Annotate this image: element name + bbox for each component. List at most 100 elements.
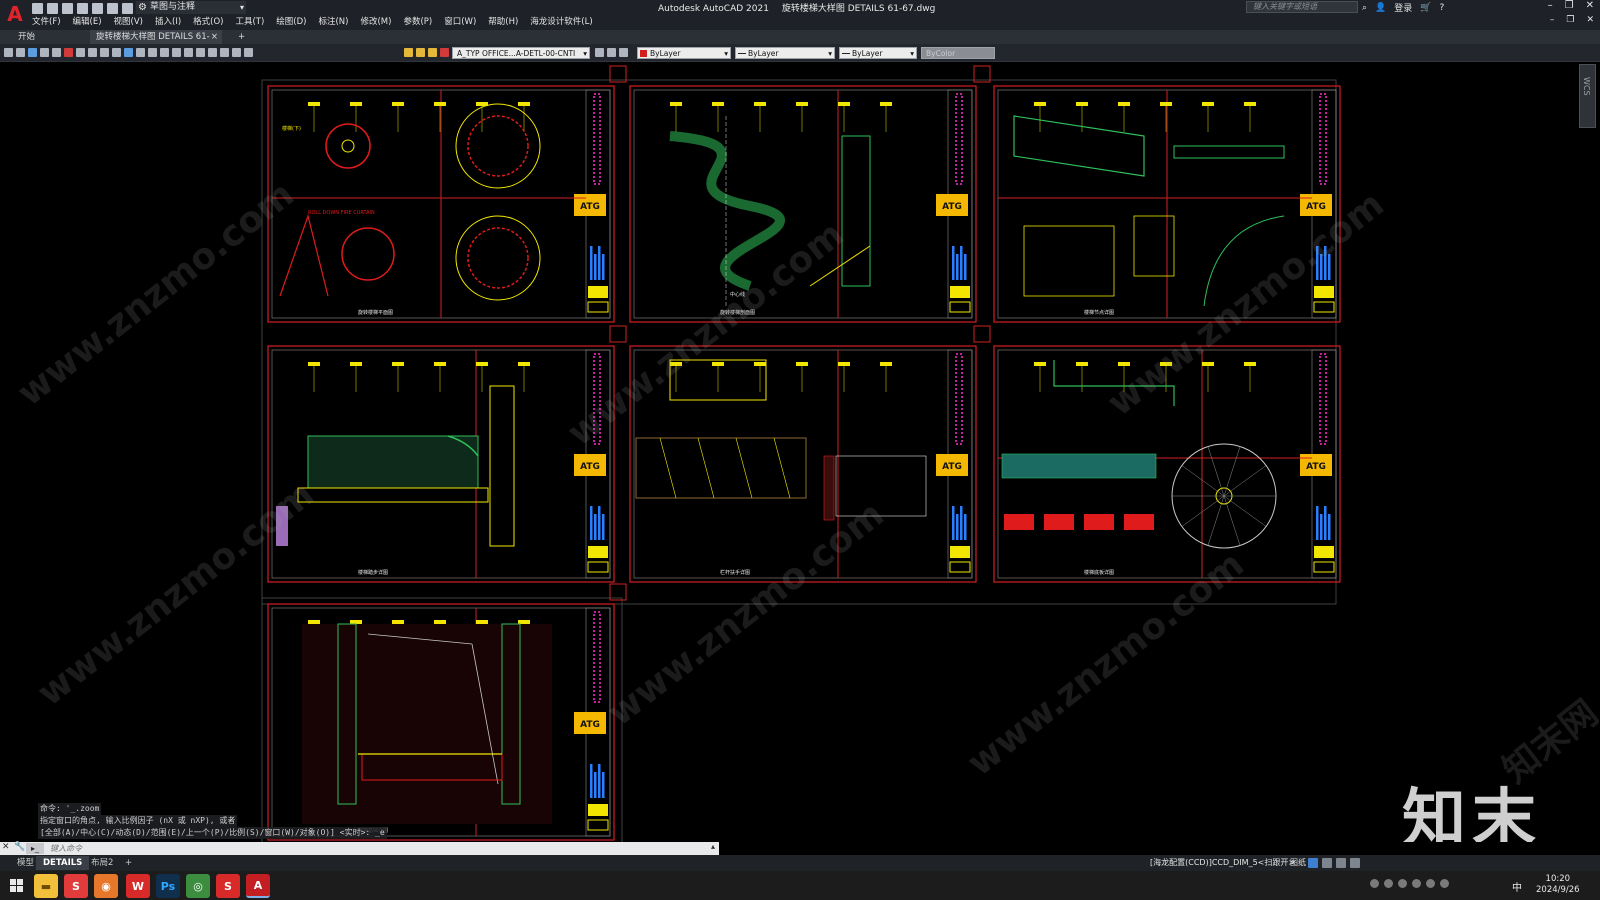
volume-icon[interactable]	[1440, 879, 1449, 888]
tool-palettes-icon[interactable]	[232, 48, 241, 57]
lineweight-dropdown[interactable]: ByLayer ▾	[839, 47, 917, 59]
clock[interactable]: 10:20 2024/9/26	[1536, 874, 1580, 896]
match-properties-icon[interactable]	[112, 48, 121, 57]
wps-office-icon[interactable]: S	[64, 874, 88, 898]
windows-start-icon[interactable]	[10, 879, 24, 893]
menu-window[interactable]: 窗口(W)	[444, 15, 476, 29]
snap-icon[interactable]	[1322, 858, 1332, 868]
photoshop-icon[interactable]: Ps	[156, 874, 180, 898]
zoom-window-icon[interactable]	[184, 48, 193, 57]
design-center-icon[interactable]	[220, 48, 229, 57]
file-explorer-icon[interactable]: ▬	[34, 874, 58, 898]
command-prompt-button[interactable]: ▸_	[26, 843, 44, 854]
chrome-icon[interactable]: ◎	[186, 874, 210, 898]
menu-view[interactable]: 视图(V)	[114, 15, 143, 29]
open-icon[interactable]	[16, 48, 25, 57]
doc-restore-icon[interactable]: ❐	[1566, 15, 1574, 25]
tab-start[interactable]: 开始	[12, 30, 41, 44]
grid-icon[interactable]	[1308, 858, 1318, 868]
wps-pdf-icon[interactable]: S	[216, 874, 240, 898]
close-icon[interactable]: ✕	[2, 842, 10, 852]
autocad-logo-icon[interactable]: A	[4, 3, 26, 25]
workspace-selector[interactable]: ⚙ 草图与注释 ▾	[136, 1, 246, 14]
cart-icon[interactable]: 🛒	[1420, 3, 1431, 13]
redo-icon[interactable]	[122, 2, 133, 14]
autocad-taskbar-icon[interactable]: A	[246, 874, 270, 898]
make-current-icon[interactable]	[595, 48, 604, 57]
menu-parametric[interactable]: 参数(P)	[403, 15, 432, 29]
save-icon[interactable]	[28, 48, 37, 57]
tray-icon[interactable]	[1370, 879, 1379, 888]
undo-icon[interactable]	[107, 2, 118, 14]
print-icon[interactable]	[40, 48, 49, 57]
network-icon[interactable]	[1426, 879, 1435, 888]
layer-freeze-icon[interactable]	[416, 48, 425, 57]
minimize-icon[interactable]: –	[1548, 0, 1553, 11]
viewcube[interactable]: WCS	[1579, 64, 1596, 128]
close-icon[interactable]: ×	[211, 30, 218, 44]
new-file-icon[interactable]	[32, 2, 43, 14]
search-input[interactable]: 键入关键字或短语	[1246, 1, 1358, 13]
dimension-style-status[interactable]: [海龙配置(CCD)]CCD_DIM_5<扫跟开>	[1150, 857, 1295, 868]
close-icon[interactable]: ✕	[1586, 0, 1594, 11]
menu-insert[interactable]: 插入(I)	[155, 15, 181, 29]
command-input[interactable]	[50, 842, 690, 855]
save-icon[interactable]	[62, 2, 73, 14]
tab-document[interactable]: 旋转楼梯大样图 DETAILS 61-67* ×	[90, 30, 222, 56]
paste-icon[interactable]	[100, 48, 109, 57]
tray-icon[interactable]	[1398, 879, 1407, 888]
menu-file[interactable]: 文件(F)	[32, 15, 61, 29]
layer-on-icon[interactable]	[404, 48, 413, 57]
menu-format[interactable]: 格式(O)	[193, 15, 223, 29]
user-icon[interactable]: 👤	[1375, 3, 1386, 13]
wps-writer-icon[interactable]: W	[126, 874, 150, 898]
menu-hailong[interactable]: 海龙设计软件(L)	[530, 15, 592, 29]
block-editor-icon[interactable]	[124, 48, 133, 57]
layer-properties-icon[interactable]	[244, 48, 253, 57]
layer-lock-icon[interactable]	[428, 48, 437, 57]
layer-color-icon[interactable]	[440, 48, 449, 57]
copy-icon[interactable]	[88, 48, 97, 57]
menu-help[interactable]: 帮助(H)	[488, 15, 518, 29]
doc-minimize-icon[interactable]: –	[1550, 15, 1555, 25]
add-layout-button[interactable]: +	[118, 856, 139, 870]
drawing-canvas[interactable]: ATG 旋转楼梯平面图 楼梯(下) ROLL DOWN FIRE CURTAIN ATG…	[0, 62, 1600, 842]
save-as-icon[interactable]	[77, 2, 88, 14]
input-method-indicator[interactable]: 中	[1512, 879, 1522, 894]
layout-tab-layout2[interactable]: 布局2	[84, 856, 120, 870]
cut-icon[interactable]	[76, 48, 85, 57]
login-link[interactable]: 登录	[1394, 1, 1412, 14]
firefox-icon[interactable]: ◉	[94, 874, 118, 898]
new-tab-button[interactable]: +	[232, 30, 251, 44]
polar-icon[interactable]	[1350, 858, 1360, 868]
layer-dropdown[interactable]: A_TYP OFFICE...A-DETL-00-CNTI ▾	[452, 47, 590, 59]
help-icon[interactable]: ?	[1440, 3, 1445, 13]
restore-icon[interactable]: ❐	[1565, 0, 1574, 11]
color-dropdown[interactable]: ByLayer ▾	[637, 47, 731, 59]
wechat-icon[interactable]	[1412, 879, 1421, 888]
linetype-dropdown[interactable]: ByLayer ▾	[735, 47, 835, 59]
menu-edit[interactable]: 编辑(E)	[73, 15, 102, 29]
publish-icon[interactable]	[64, 48, 73, 57]
wrench-icon[interactable]: 🔧	[14, 842, 25, 852]
open-file-icon[interactable]	[47, 2, 58, 14]
zoom-realtime-icon[interactable]	[172, 48, 181, 57]
plot-icon[interactable]	[92, 2, 103, 14]
menu-dimension[interactable]: 标注(N)	[318, 15, 348, 29]
layer-previous-icon[interactable]	[607, 48, 616, 57]
layer-match-icon[interactable]	[619, 48, 628, 57]
zoom-previous-icon[interactable]	[196, 48, 205, 57]
doc-close-icon[interactable]: ✕	[1586, 15, 1594, 25]
menu-draw[interactable]: 绘图(D)	[276, 15, 306, 29]
layout-tab-details[interactable]: DETAILS	[36, 856, 90, 870]
redo-icon[interactable]	[148, 48, 157, 57]
properties-icon[interactable]	[208, 48, 217, 57]
menu-tools[interactable]: 工具(T)	[235, 15, 264, 29]
preview-icon[interactable]	[52, 48, 61, 57]
chevron-up-icon[interactable]: ▴	[711, 842, 715, 851]
menu-modify[interactable]: 修改(M)	[360, 15, 391, 29]
paper-space-toggle[interactable]: 图纸	[1290, 857, 1306, 868]
search-icon[interactable]: ⌕	[1362, 3, 1367, 13]
ortho-icon[interactable]	[1336, 858, 1346, 868]
new-icon[interactable]	[4, 48, 13, 57]
